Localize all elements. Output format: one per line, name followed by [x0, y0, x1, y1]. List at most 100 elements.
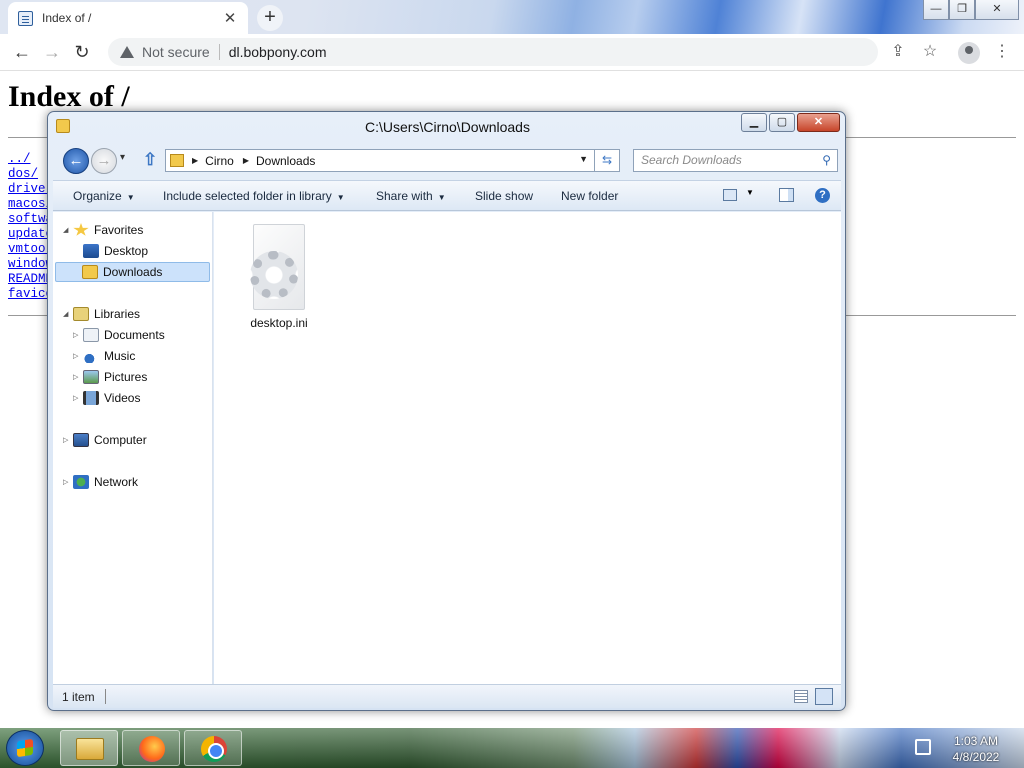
file-list-pane[interactable]: desktop.ini: [214, 212, 841, 684]
tab-title: Index of /: [42, 11, 92, 25]
share-icon[interactable]: ⇪: [884, 38, 912, 66]
browser-tab[interactable]: Index of / ✕: [8, 2, 248, 34]
help-icon[interactable]: ?: [815, 188, 830, 203]
documents-icon: [83, 328, 99, 342]
nav-network[interactable]: ▷ Network: [63, 472, 138, 492]
nav-label: Libraries: [94, 307, 141, 321]
include-in-library-button[interactable]: Include selected folder in library ▼: [163, 189, 345, 203]
new-folder-button[interactable]: New folder: [561, 189, 618, 203]
browser-menu-icon[interactable]: ⋮: [988, 38, 1016, 66]
file-item[interactable]: desktop.ini: [244, 224, 314, 330]
address-bar[interactable]: Not secure dl.bobpony.com: [108, 38, 878, 66]
page-title: Index of /: [8, 80, 130, 113]
address-dropdown-icon[interactable]: ▼: [579, 154, 588, 164]
explorer-close-button[interactable]: ✕: [797, 113, 840, 132]
expand-triangle-icon[interactable]: ◢: [63, 310, 73, 318]
nav-documents[interactable]: ▷ Documents: [73, 325, 165, 345]
window-restore-button[interactable]: ❐: [949, 0, 975, 20]
breadcrumb-chevron-icon[interactable]: ▶: [243, 156, 249, 165]
change-view-icon[interactable]: [723, 189, 737, 201]
search-placeholder: Search Downloads: [641, 153, 742, 167]
taskbar-explorer[interactable]: [60, 730, 118, 766]
window-close-button[interactable]: ✕: [975, 0, 1019, 20]
command-bar: Organize ▼ Include selected folder in lib…: [53, 180, 841, 211]
breadcrumb-downloads[interactable]: Downloads: [256, 154, 315, 168]
chrome-icon: [201, 736, 227, 762]
pictures-icon: [83, 370, 99, 384]
not-secure-label[interactable]: Not secure: [142, 44, 210, 60]
taskbar-chrome[interactable]: [184, 730, 242, 766]
nav-libraries[interactable]: ◢ Libraries: [63, 304, 140, 324]
breadcrumb-cirno[interactable]: Cirno: [205, 154, 234, 168]
back-button[interactable]: ←: [7, 37, 37, 67]
system-clock[interactable]: 1:03 AM 4/8/2022: [940, 733, 1012, 765]
collapsed-triangle-icon[interactable]: ▷: [63, 478, 73, 486]
explorer-minimize-button[interactable]: ▁: [741, 113, 767, 132]
clock-time: 1:03 AM: [953, 734, 999, 748]
preview-pane-icon[interactable]: [779, 188, 794, 202]
nav-pictures[interactable]: ▷ Pictures: [73, 367, 147, 387]
view-dropdown-icon[interactable]: ▼: [746, 188, 754, 197]
bookmark-star-icon[interactable]: ☆: [916, 38, 944, 66]
search-icon[interactable]: ⚲: [822, 150, 831, 171]
taskbar-firefox[interactable]: [122, 730, 180, 766]
start-button[interactable]: [6, 730, 44, 766]
nav-downloads[interactable]: Downloads: [55, 262, 210, 282]
breadcrumb-chevron-icon[interactable]: ▶: [192, 156, 198, 165]
nav-label: Music: [104, 349, 136, 363]
collapsed-triangle-icon[interactable]: ▷: [73, 394, 83, 402]
forward-button[interactable]: →: [37, 37, 67, 67]
status-bar: 1 item: [53, 684, 841, 708]
nav-label: Pictures: [104, 370, 148, 384]
status-divider: [104, 689, 106, 704]
reload-button[interactable]: ↻: [67, 37, 97, 67]
expand-triangle-icon[interactable]: ◢: [63, 226, 73, 234]
nav-desktop[interactable]: Desktop: [83, 241, 148, 261]
clock-date: 4/8/2022: [952, 750, 1000, 764]
nav-music[interactable]: ▷ Music: [73, 346, 135, 366]
profile-avatar-icon[interactable]: [958, 42, 980, 64]
collapsed-triangle-icon[interactable]: ▷: [63, 436, 73, 444]
nav-computer[interactable]: ▷ Computer: [63, 430, 147, 450]
navigation-pane: ◢ Favorites Desktop Downloads ◢ Librarie…: [53, 212, 213, 684]
explorer-forward-button[interactable]: →: [91, 148, 117, 174]
organize-button[interactable]: Organize ▼: [73, 189, 135, 203]
search-input[interactable]: Search Downloads ⚲: [633, 149, 838, 172]
include-label: Include selected folder in library: [163, 189, 332, 203]
collapsed-triangle-icon[interactable]: ▷: [73, 352, 83, 360]
collapsed-triangle-icon[interactable]: ▷: [73, 331, 83, 339]
mouse-cursor-icon: [240, 430, 252, 448]
warning-icon[interactable]: [120, 46, 134, 58]
firefox-icon: [139, 736, 165, 762]
omnibox-divider: [218, 44, 220, 60]
details-view-icon[interactable]: [794, 690, 808, 703]
up-folder-icon[interactable]: ⇧: [143, 150, 157, 170]
explorer-back-button[interactable]: ←: [63, 148, 89, 174]
explorer-title: C:\Users\Cirno\Downloads: [365, 119, 530, 135]
nav-videos[interactable]: ▷ Videos: [73, 388, 140, 408]
recent-pages-dropdown[interactable]: ▾: [120, 152, 125, 163]
nav-label: Favorites: [94, 223, 144, 237]
chevron-down-icon: ▼: [437, 193, 446, 202]
new-tab-button[interactable]: +: [257, 5, 283, 31]
tab-close-icon[interactable]: ✕: [222, 9, 238, 27]
network-tray-icon[interactable]: [915, 739, 931, 755]
music-icon: [83, 349, 99, 363]
collapsed-triangle-icon[interactable]: ▷: [73, 373, 83, 381]
refresh-icon[interactable]: ⇆: [595, 149, 620, 172]
computer-icon: [73, 433, 89, 447]
page-favicon-icon: [18, 10, 33, 26]
url-text[interactable]: dl.bobpony.com: [229, 44, 327, 60]
window-minimize-button[interactable]: —: [923, 0, 949, 20]
share-label: Share with: [376, 189, 433, 203]
slide-show-button[interactable]: Slide show: [475, 189, 533, 203]
nav-label: Network: [94, 475, 139, 489]
large-icons-view-icon[interactable]: [815, 688, 833, 705]
settings-file-icon: [250, 224, 305, 310]
file-name: desktop.ini: [250, 316, 308, 330]
nav-favorites[interactable]: ◢ Favorites: [63, 220, 143, 240]
share-with-button[interactable]: Share with ▼: [376, 189, 446, 203]
explorer-maximize-button[interactable]: ▢: [769, 113, 795, 132]
videos-icon: [83, 391, 99, 405]
explorer-address-bar[interactable]: ▶ Cirno ▶ Downloads ▼: [165, 149, 595, 172]
